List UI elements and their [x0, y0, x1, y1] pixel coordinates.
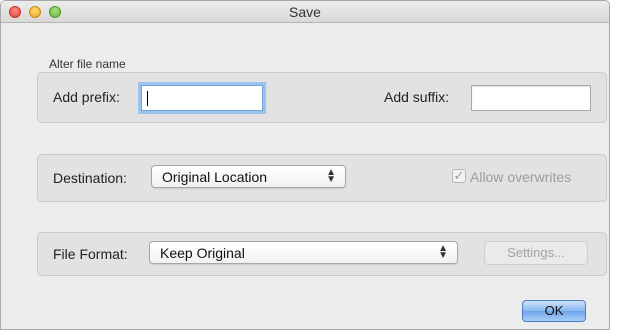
updown-arrows-icon: ▲ ▼	[326, 167, 336, 185]
file-format-selected-value: Keep Original	[160, 245, 245, 261]
suffix-input[interactable]	[471, 85, 591, 111]
settings-button[interactable]: Settings...	[484, 241, 588, 265]
file-format-group: File Format: Keep Original ▲ ▼ Settings..…	[37, 232, 607, 276]
ok-button[interactable]: OK	[522, 300, 586, 322]
save-dialog: Save Alter file name Add prefix: Add suf…	[0, 0, 610, 330]
title-bar: Save	[1, 1, 609, 23]
text-caret	[147, 91, 148, 106]
add-suffix-label: Add suffix:	[384, 89, 450, 105]
window-title: Save	[289, 4, 321, 20]
destination-popup[interactable]: Original Location ▲ ▼	[151, 165, 346, 188]
add-prefix-label: Add prefix:	[53, 89, 120, 105]
destination-label: Destination:	[53, 170, 127, 186]
checkmark-icon: ✓	[453, 168, 465, 183]
alter-file-name-label: Alter file name	[49, 57, 126, 71]
alter-file-name-group: Add prefix: Add suffix:	[37, 72, 607, 123]
file-format-popup[interactable]: Keep Original ▲ ▼	[149, 241, 458, 264]
allow-overwrites-label: Allow overwrites	[470, 169, 572, 185]
file-format-label: File Format:	[53, 246, 128, 262]
prefix-input[interactable]	[141, 85, 263, 111]
updown-arrows-icon: ▲ ▼	[438, 243, 448, 261]
destination-selected-value: Original Location	[162, 169, 268, 185]
destination-group: Destination: Original Location ▲ ▼ ✓ Allo…	[37, 154, 607, 202]
allow-overwrites-checkbox[interactable]: ✓	[452, 169, 466, 183]
